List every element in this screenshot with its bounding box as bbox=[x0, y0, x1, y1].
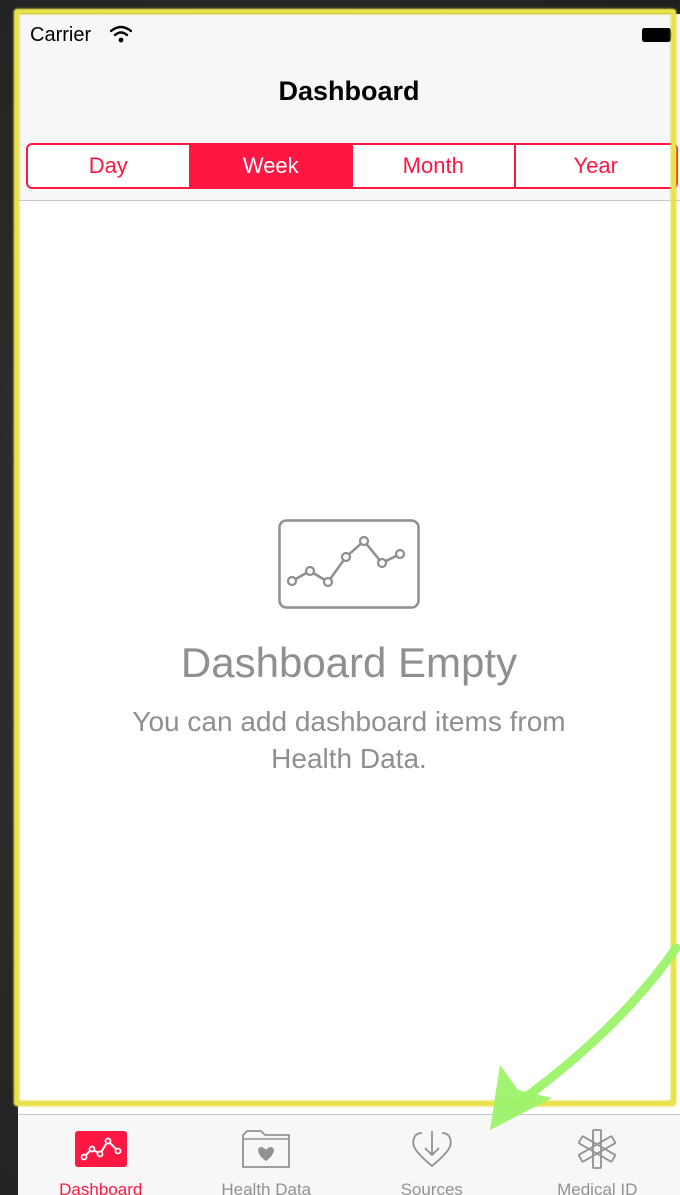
tab-dashboard[interactable]: Dashboard bbox=[18, 1115, 184, 1195]
carrier-label: Carrier bbox=[30, 24, 92, 46]
tab-label-sources: Sources bbox=[400, 1180, 463, 1195]
heart-folder-icon bbox=[242, 1130, 291, 1168]
stage: Carrier Dashboard Day Week Month Year Da… bbox=[0, 0, 680, 1195]
tab-sources[interactable]: Sources bbox=[349, 1115, 515, 1195]
empty-state: Dashboard Empty You can add dashboard it… bbox=[18, 519, 680, 777]
tab-label-dashboard: Dashboard bbox=[59, 1180, 143, 1195]
line-chart-icon bbox=[278, 519, 420, 609]
page-title: Dashboard bbox=[278, 76, 420, 106]
segment-year[interactable]: Year bbox=[516, 145, 677, 187]
status-bar: Carrier bbox=[18, 14, 680, 54]
tab-bar: Dashboard Health Data Sources Medical ID bbox=[18, 1114, 680, 1195]
tab-label-health-data: Health Data bbox=[221, 1180, 312, 1195]
medical-asterisk-icon bbox=[578, 1129, 617, 1169]
segment-week[interactable]: Week bbox=[190, 145, 353, 187]
dashboard-chart-icon bbox=[74, 1131, 127, 1167]
tab-health-data[interactable]: Health Data bbox=[184, 1115, 350, 1195]
phone-screen: Carrier Dashboard Day Week Month Year Da… bbox=[18, 14, 680, 1195]
segment-month[interactable]: Month bbox=[353, 145, 516, 187]
tab-medical-id[interactable]: Medical ID bbox=[515, 1115, 680, 1195]
empty-state-subtitle: You can add dashboard items from Health … bbox=[132, 706, 566, 774]
navigation-bar: Carrier Dashboard Day Week Month Year bbox=[18, 14, 680, 201]
time-range-segmented-control: Day Week Month Year bbox=[26, 143, 678, 189]
battery-icon bbox=[642, 28, 674, 42]
segment-day[interactable]: Day bbox=[28, 145, 191, 187]
empty-state-title: Dashboard Empty bbox=[180, 639, 518, 686]
wifi-icon bbox=[110, 25, 132, 43]
download-heart-icon bbox=[412, 1131, 452, 1168]
tab-label-medical-id: Medical ID bbox=[557, 1180, 638, 1195]
